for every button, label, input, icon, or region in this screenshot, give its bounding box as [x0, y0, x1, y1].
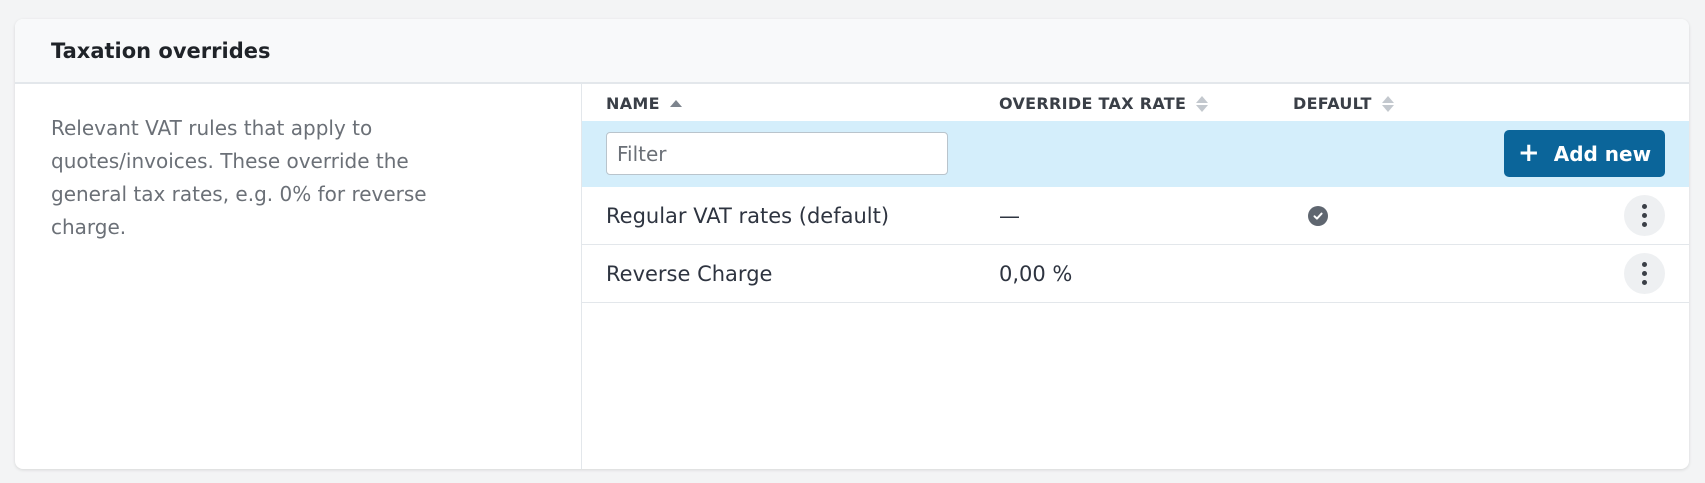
description-column: Relevant VAT rules that apply to quotes/…: [15, 84, 582, 469]
filter-input[interactable]: [606, 132, 948, 175]
column-header-default-label: DEFAULT: [1293, 94, 1372, 113]
row-default: [1308, 187, 1328, 244]
card-title: Taxation overrides: [51, 38, 271, 63]
row-override-tax-rate: 0,00 %: [999, 261, 1073, 286]
sort-icon: [1196, 95, 1209, 112]
add-new-button-label: Add new: [1553, 141, 1652, 166]
card-header: Taxation overrides: [15, 19, 1689, 84]
column-header-override-tax-rate-label: OVERRIDE TAX RATE: [999, 94, 1187, 113]
table-row[interactable]: Reverse Charge 0,00 %: [582, 245, 1689, 303]
row-actions-button[interactable]: [1624, 253, 1665, 294]
plus-icon: +: [1517, 137, 1540, 168]
card-body: Relevant VAT rules that apply to quotes/…: [15, 84, 1689, 469]
table-row[interactable]: Regular VAT rates (default) —: [582, 187, 1689, 245]
column-header-override-tax-rate[interactable]: OVERRIDE TAX RATE: [999, 94, 1209, 113]
check-circle-icon: [1308, 205, 1328, 226]
card-description: Relevant VAT rules that apply to quotes/…: [51, 116, 427, 239]
column-header-name[interactable]: NAME: [606, 94, 682, 113]
column-header-name-label: NAME: [606, 94, 660, 113]
kebab-menu-icon: [1642, 262, 1647, 267]
kebab-menu-icon: [1642, 204, 1647, 209]
row-name: Regular VAT rates (default): [606, 203, 890, 228]
column-header-default[interactable]: DEFAULT: [1293, 94, 1394, 113]
sort-icon: [1381, 95, 1394, 112]
overrides-table: NAME OVERRIDE TAX RATE DEFAULT Filter + …: [582, 84, 1689, 469]
row-override-tax-rate: —: [999, 203, 1020, 228]
sort-ascending-icon: [669, 100, 682, 107]
table-header: NAME OVERRIDE TAX RATE DEFAULT: [582, 84, 1689, 121]
filter-row: + Add new: [582, 121, 1689, 187]
add-new-button[interactable]: + Add new: [1504, 130, 1665, 177]
row-name: Reverse Charge: [606, 261, 773, 286]
taxation-overrides-card: Taxation overrides Relevant VAT rules th…: [15, 19, 1689, 469]
row-actions-button[interactable]: [1624, 195, 1665, 236]
